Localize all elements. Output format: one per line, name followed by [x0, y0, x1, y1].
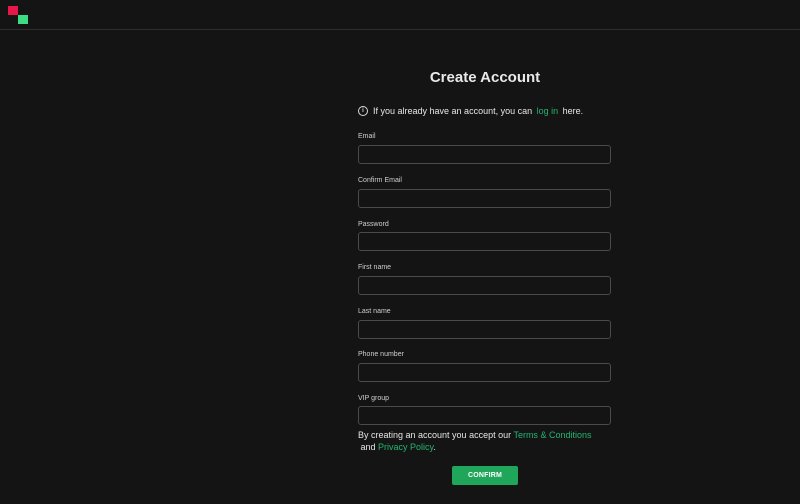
phone-number-label: Phone number — [358, 351, 404, 358]
privacy-policy-link[interactable]: Privacy Policy — [378, 442, 433, 452]
last-name-label: Last name — [358, 308, 391, 315]
terms-prefix: By creating an account you accept our — [358, 430, 514, 440]
login-hint-suffix: here. — [560, 106, 584, 116]
terms-middle: and — [358, 442, 379, 452]
last-name-field[interactable] — [358, 320, 611, 339]
page-title: Create Account — [429, 69, 541, 86]
email-label: Email — [358, 133, 376, 140]
confirm-email-field[interactable] — [358, 189, 611, 208]
logo-green-square — [18, 15, 28, 24]
login-hint-prefix: If you already have an account, you can — [373, 106, 535, 116]
logo-red-square — [8, 6, 18, 15]
phone-number-field[interactable] — [358, 363, 611, 382]
login-link[interactable]: log in — [537, 106, 559, 116]
terms-conditions-link[interactable]: Terms & Conditions — [513, 430, 591, 440]
terms-notice: By creating an account you accept our Te… — [358, 429, 612, 453]
first-name-label: First name — [358, 264, 392, 271]
login-hint: i If you already have an account, you ca… — [358, 106, 583, 116]
confirm-email-label: Confirm Email — [358, 177, 402, 184]
first-name-field[interactable] — [358, 276, 611, 295]
info-icon: i — [358, 106, 368, 116]
email-field[interactable] — [358, 145, 611, 164]
logo-icon[interactable] — [8, 6, 28, 24]
vip-group-field[interactable] — [358, 406, 611, 425]
vip-group-label: VIP group — [358, 395, 390, 402]
top-bar — [0, 0, 800, 30]
password-field[interactable] — [358, 232, 611, 251]
password-label: Password — [358, 221, 389, 228]
confirm-button[interactable]: CONFIRM — [452, 466, 518, 485]
terms-suffix: . — [433, 442, 436, 452]
